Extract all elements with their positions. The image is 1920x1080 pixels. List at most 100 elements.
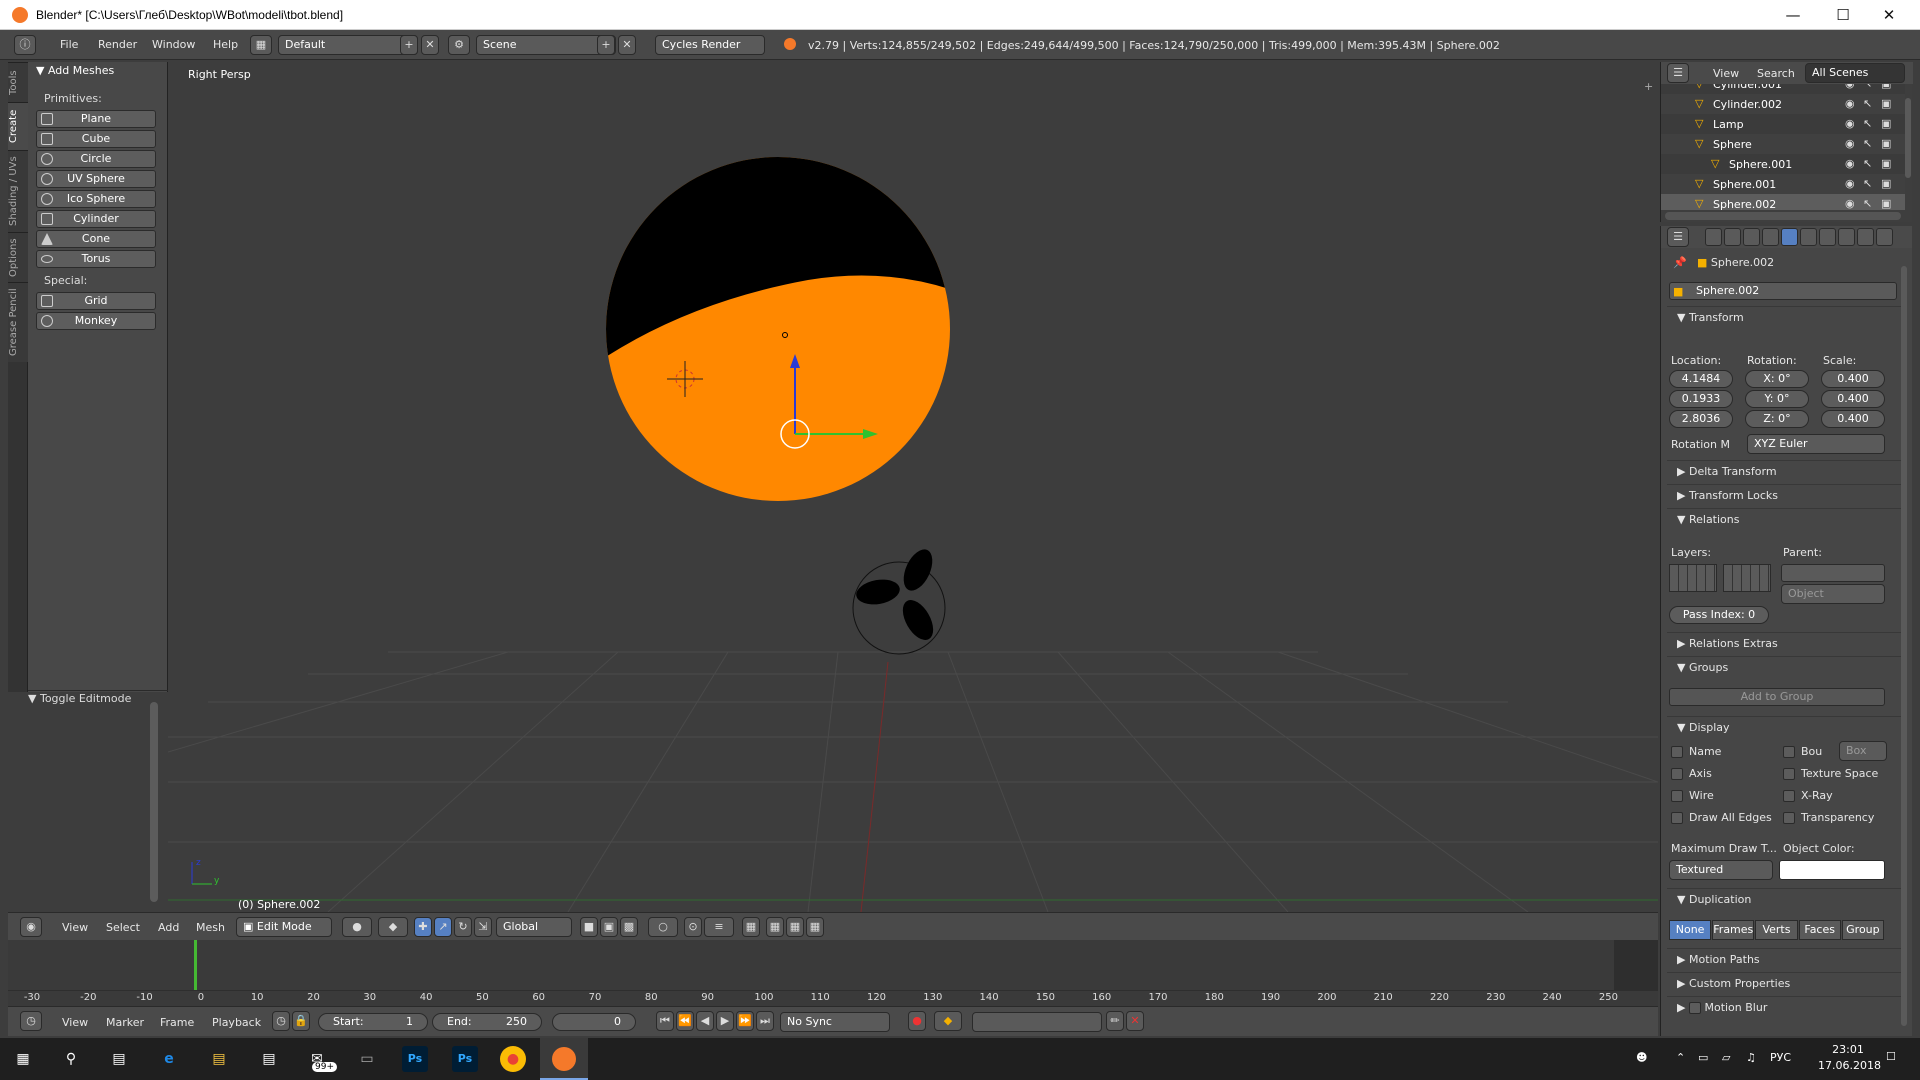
jump-start-icon[interactable]: ⏮ xyxy=(656,1011,674,1031)
scene-selector[interactable]: Scene xyxy=(476,35,616,55)
menu-render[interactable]: Render xyxy=(98,38,137,51)
display-texture-space-checkbox[interactable] xyxy=(1783,768,1795,780)
scene-remove-icon[interactable]: ✕ xyxy=(618,35,636,55)
snap-element-icon[interactable]: ≡ xyxy=(704,917,734,937)
outliner-menu-view[interactable]: View xyxy=(1713,67,1739,80)
add-cylinder-button[interactable]: Cylinder xyxy=(36,210,156,228)
rotation-y-field[interactable]: Y: 0° xyxy=(1745,390,1809,408)
outliner-menu-search[interactable]: Search xyxy=(1757,67,1795,80)
render-icon[interactable]: ▣ xyxy=(1881,84,1891,90)
add-ico-sphere-button[interactable]: Ico Sphere xyxy=(36,190,156,208)
volume-icon[interactable]: ♫ xyxy=(1746,1051,1756,1064)
edge-icon[interactable]: e xyxy=(156,1046,182,1072)
notifications-icon[interactable]: ☐ xyxy=(1886,1050,1896,1063)
render-icon[interactable]: ▣ xyxy=(1881,117,1891,130)
menu-playback[interactable]: Playback xyxy=(212,1016,261,1029)
end-frame-field[interactable]: End: 250 xyxy=(432,1013,542,1031)
menu-select[interactable]: Select xyxy=(106,921,140,934)
motion-blur-header[interactable]: ▶ Motion Blur xyxy=(1667,996,1905,1018)
console-icon[interactable]: ▭ xyxy=(354,1046,380,1072)
edge-select-icon[interactable]: ▣ xyxy=(600,917,618,937)
layout-icon[interactable]: ▦ xyxy=(250,35,272,55)
groups-header[interactable]: ▼ Groups xyxy=(1667,656,1905,678)
eye-icon[interactable]: ◉ xyxy=(1845,84,1855,90)
relations-header[interactable]: ▼ Relations xyxy=(1667,508,1905,530)
menu-file[interactable]: File xyxy=(60,38,78,51)
duplication-option[interactable]: Faces xyxy=(1798,920,1841,940)
outliner-item[interactable]: ▽ Sphere.002 ◉ ↖ ▣ xyxy=(1661,194,1905,210)
duplication-option[interactable]: Group xyxy=(1841,920,1884,940)
add-uv-sphere-button[interactable]: UV Sphere xyxy=(36,170,156,188)
object-name-field[interactable]: Sphere.002 xyxy=(1669,282,1897,300)
add-to-group-button[interactable]: Add to Group xyxy=(1669,688,1885,706)
operator-panel-header[interactable]: ▼ Toggle Editmode xyxy=(28,692,131,705)
menu-marker[interactable]: Marker xyxy=(106,1016,144,1029)
duplication-option[interactable]: Verts xyxy=(1755,920,1798,940)
outliner-item[interactable]: ▽ Sphere.001 ◉ ↖ ▣ xyxy=(1661,154,1905,174)
face-select-icon[interactable]: ▩ xyxy=(620,917,638,937)
store-icon[interactable]: ▤ xyxy=(256,1046,282,1072)
display-transparency-checkbox[interactable] xyxy=(1783,812,1795,824)
duplication-header[interactable]: ▼ Duplication xyxy=(1667,888,1905,910)
outliner-item[interactable]: ▽ Sphere ◉ ↖ ▣ xyxy=(1661,134,1905,154)
play-icon[interactable]: ▶ xyxy=(716,1011,734,1031)
lock-range-icon[interactable]: 🔒 xyxy=(292,1011,310,1031)
render-icon[interactable]: ▣ xyxy=(1881,177,1891,190)
pass-index-field[interactable]: Pass Index: 0 xyxy=(1669,606,1769,624)
language-indicator[interactable]: РУС xyxy=(1770,1051,1791,1064)
location-z-field[interactable]: 2.8036 xyxy=(1669,410,1733,428)
layout-selector[interactable]: Default xyxy=(278,35,418,55)
display-axis-checkbox[interactable] xyxy=(1671,768,1683,780)
rotation-x-field[interactable]: X: 0° xyxy=(1745,370,1809,388)
tab-grease-pencil[interactable]: Grease Pencil xyxy=(8,282,28,362)
relations-extras-header[interactable]: ▶ Relations Extras xyxy=(1667,632,1905,654)
insert-keyframe-icon[interactable]: ✏ xyxy=(1106,1011,1124,1031)
render-tab-icon[interactable] xyxy=(1705,228,1722,246)
properties-scrollbar[interactable] xyxy=(1901,266,1907,1026)
world-tab-icon[interactable] xyxy=(1762,228,1779,246)
proportional-edit-icon[interactable]: ○ xyxy=(648,917,678,937)
editor-type-outliner-icon[interactable]: ☰ xyxy=(1667,63,1689,83)
sync-selector[interactable]: No Sync xyxy=(780,1012,890,1032)
outliner-item[interactable]: ▽ Sphere.001 ◉ ↖ ▣ xyxy=(1661,174,1905,194)
play-reverse-icon[interactable]: ◀ xyxy=(696,1011,714,1031)
render-icon[interactable]: ▣ xyxy=(1881,97,1891,110)
timeline[interactable]: -30 -20 -10 0 10 20 30 40 50 60 70 80 90 100 110 120 130… xyxy=(8,940,1658,1006)
transform-panel-header[interactable]: ▼ Transform xyxy=(1667,306,1905,328)
add-monkey-button[interactable]: Monkey xyxy=(36,312,156,330)
rotation-z-field[interactable]: Z: 0° xyxy=(1745,410,1809,428)
delete-keyframe-icon[interactable]: ✕ xyxy=(1126,1011,1144,1031)
add-grid-button[interactable]: Grid xyxy=(36,292,156,310)
3d-viewport[interactable]: Right Persp z y (0) Sphere.002 + xyxy=(168,62,1658,912)
editor-type-properties-icon[interactable]: ☰ xyxy=(1667,227,1689,247)
photoshop-2-icon[interactable]: Ps xyxy=(452,1046,478,1072)
eye-icon[interactable]: ◉ xyxy=(1845,197,1855,210)
cursor-icon[interactable]: ↖ xyxy=(1863,157,1872,170)
people-icon[interactable]: ☻ xyxy=(1636,1051,1647,1064)
render-icon[interactable]: ▣ xyxy=(1881,197,1891,210)
display-bounds-checkbox[interactable] xyxy=(1783,746,1795,758)
bounds-type-selector[interactable]: Box xyxy=(1839,741,1887,761)
object-color-swatch[interactable] xyxy=(1779,860,1885,880)
preview-range-icon[interactable]: ◷ xyxy=(272,1011,290,1031)
transform-locks-header[interactable]: ▶ Transform Locks xyxy=(1667,484,1905,506)
tab-shading-uvs[interactable]: Shading / UVs xyxy=(8,150,28,232)
minimize-button[interactable]: — xyxy=(1770,0,1816,30)
constraints-tab-icon[interactable] xyxy=(1800,228,1817,246)
menu-help[interactable]: Help xyxy=(213,38,238,51)
jump-keyframe-forward-icon[interactable]: ⏩ xyxy=(736,1011,754,1031)
parent-type-selector[interactable]: Object xyxy=(1781,584,1885,604)
render-icon[interactable]: ▣ xyxy=(1881,157,1891,170)
manipulator-toggle-icon[interactable]: ✚ xyxy=(414,917,432,937)
render-layers-tab-icon[interactable] xyxy=(1724,228,1741,246)
location-x-field[interactable]: 4.1484 xyxy=(1669,370,1733,388)
start-icon[interactable]: ▦ xyxy=(10,1046,36,1072)
parent-field[interactable] xyxy=(1781,564,1885,582)
delta-transform-header[interactable]: ▶ Delta Transform xyxy=(1667,460,1905,482)
mode-selector[interactable]: ▣ Edit Mode xyxy=(236,917,332,937)
menu-add[interactable]: Add xyxy=(158,921,179,934)
tab-tools[interactable]: Tools xyxy=(8,62,28,102)
rotate-manipulator-icon[interactable]: ↻ xyxy=(454,917,472,937)
cursor-icon[interactable]: ↖ xyxy=(1863,97,1872,110)
translate-manipulator-icon[interactable]: ↗ xyxy=(434,917,452,937)
